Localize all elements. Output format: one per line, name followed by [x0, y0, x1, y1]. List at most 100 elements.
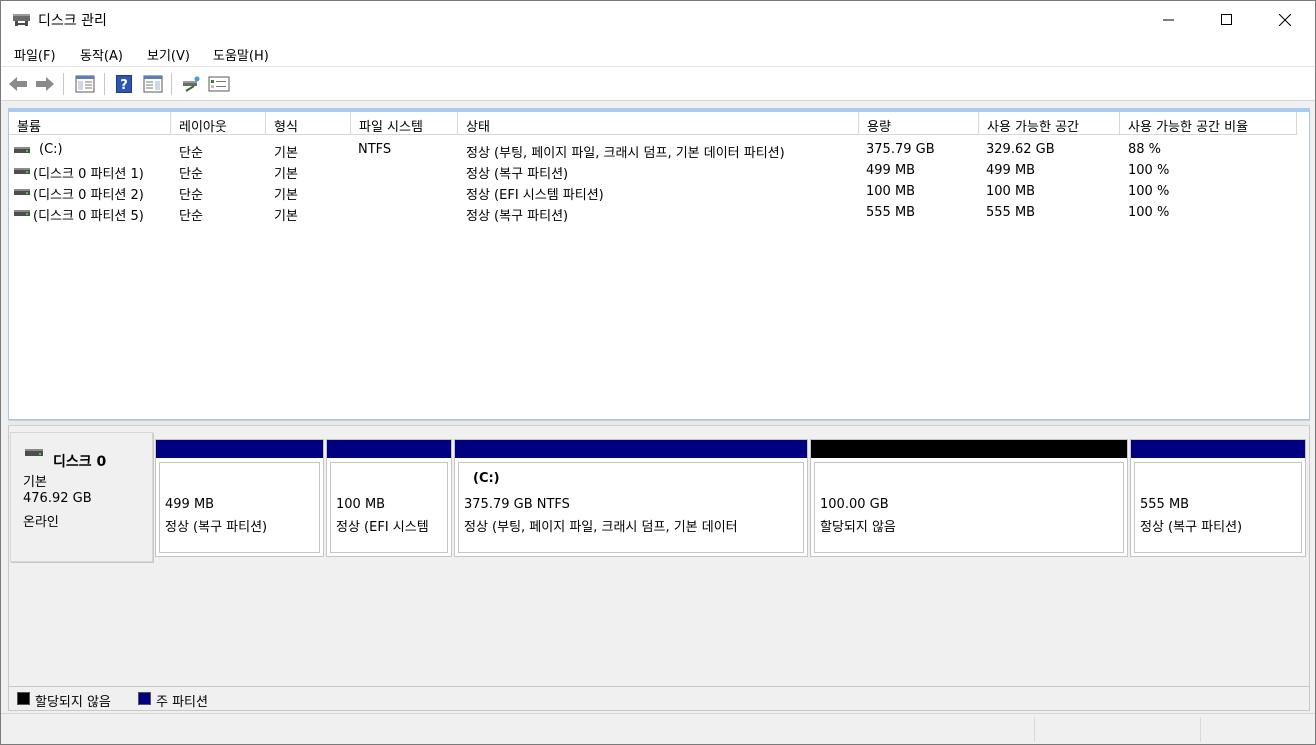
partition-size: 100.00 GB	[820, 497, 889, 512]
help-icon: ?	[116, 75, 132, 93]
toolbar: ?	[1, 67, 1315, 101]
window-title: 디스크 관리	[38, 13, 107, 29]
column-header-free-space[interactable]: 사용 가능한 공간	[979, 112, 1120, 135]
volume-capacity: 499 MB	[866, 163, 916, 178]
volume-name: (디스크 0 파티션 1)	[33, 167, 144, 182]
partition-recovery-5[interactable]: 555 MB 정상 (복구 파티션)	[1130, 439, 1306, 557]
console-tree-button[interactable]	[74, 73, 96, 95]
volume-status: 정상 (부팅, 페이지 파일, 크래시 덤프, 기본 데이터 파티션)	[466, 146, 785, 161]
forward-button[interactable]	[34, 73, 56, 95]
status-bar	[1, 713, 1315, 744]
partition-c[interactable]: (C:) 375.79 GB NTFS 정상 (부팅, 페이지 파일, 크래시 …	[454, 439, 808, 557]
column-header-filesystem[interactable]: 파일 시스템	[351, 112, 458, 135]
volume-layout: 단순	[179, 167, 203, 182]
partition-size: 555 MB	[1140, 497, 1190, 512]
volume-free-space: 100 MB	[986, 184, 1036, 199]
primary-partition-bar	[1131, 440, 1305, 458]
volume-type: 기본	[274, 146, 298, 161]
primary-partition-bar	[455, 440, 807, 458]
menu-view[interactable]: 보기(V)	[147, 45, 190, 64]
partition-name: (C:)	[473, 471, 500, 486]
column-header-status[interactable]: 상태	[458, 112, 859, 135]
help-button[interactable]: ?	[113, 73, 135, 95]
close-icon	[1279, 14, 1291, 26]
column-header-layout[interactable]: 레이아웃	[171, 112, 266, 135]
disk-icon	[25, 449, 43, 456]
volume-name: (디스크 0 파티션 2)	[33, 188, 144, 203]
back-button[interactable]	[7, 73, 29, 95]
properties-button[interactable]	[208, 73, 230, 95]
volume-free-space: 499 MB	[986, 163, 1036, 178]
status-separator	[1034, 717, 1035, 742]
volume-free-percent: 100 %	[1128, 163, 1170, 178]
status-separator	[1200, 717, 1201, 742]
partition-efi[interactable]: 100 MB 정상 (EFI 시스템	[326, 439, 452, 557]
volume-status: 정상 (복구 파티션)	[466, 167, 569, 182]
disk-0-label[interactable]: 디스크 0 기본 476.92 GB 온라인	[10, 432, 153, 562]
volume-type: 기본	[274, 167, 298, 182]
volume-icon	[14, 168, 30, 174]
volume-row-partition-5[interactable]: (디스크 0 파티션 5) 단순 기본 정상 (복구 파티션) 555 MB 5…	[9, 203, 1309, 224]
action-pane-button[interactable]	[142, 73, 164, 95]
volume-free-percent: 100 %	[1128, 184, 1170, 199]
primary-partition-bar	[156, 440, 323, 458]
close-button[interactable]	[1256, 1, 1314, 39]
column-header-capacity[interactable]: 용량	[859, 112, 979, 135]
menu-action[interactable]: 동작(A)	[80, 45, 123, 64]
primary-partition-bar	[327, 440, 451, 458]
disk-status: 온라인	[23, 515, 59, 530]
volume-list: 볼륨 레이아웃 형식 파일 시스템 상태 용량 사용 가능한 공간 사용 가능한…	[8, 108, 1310, 420]
volume-row-partition-2[interactable]: (디스크 0 파티션 2) 단순 기본 정상 (EFI 시스템 파티션) 100…	[9, 182, 1309, 203]
menu-file[interactable]: 파일(F)	[14, 45, 56, 64]
volume-layout: 단순	[179, 146, 203, 161]
volume-status: 정상 (복구 파티션)	[466, 209, 569, 224]
volume-row-partition-1[interactable]: (디스크 0 파티션 1) 단순 기본 정상 (복구 파티션) 499 MB 4…	[9, 161, 1309, 182]
volume-icon	[14, 210, 30, 216]
volume-type: 기본	[274, 188, 298, 203]
volume-status: 정상 (EFI 시스템 파티션)	[466, 188, 604, 203]
title-bar: 디스크 관리	[1, 1, 1315, 39]
menu-bar: 파일(F) 동작(A) 보기(V) 도움말(H)	[1, 39, 1315, 67]
minimize-button[interactable]	[1140, 1, 1198, 39]
volume-free-space: 329.62 GB	[986, 142, 1055, 157]
svg-text:?: ?	[120, 78, 128, 93]
menu-help[interactable]: 도움말(H)	[213, 45, 269, 64]
volume-free-percent: 100 %	[1128, 205, 1170, 220]
disk-management-window: 디스크 관리 파일(F) 동작(A) 보기(V) 도움말(H) ? 볼륨 레이아…	[0, 0, 1316, 745]
disk-name: 디스크 0	[53, 454, 107, 470]
partition-status: 정상 (부팅, 페이지 파일, 크래시 덤프, 기본 데이터	[464, 520, 738, 535]
legend-label-primary: 주 파티션	[156, 695, 208, 710]
volume-capacity: 375.79 GB	[866, 142, 935, 157]
legend: 할당되지 않음 주 파티션	[8, 686, 1310, 711]
column-header-volume[interactable]: 볼륨	[9, 112, 171, 135]
disk-size: 476.92 GB	[23, 491, 92, 506]
connect-disk-icon	[183, 76, 200, 92]
back-arrow-icon	[9, 77, 27, 91]
partition-size: 499 MB	[165, 497, 215, 512]
volume-icon	[14, 147, 30, 153]
partition-body: 100 MB 정상 (EFI 시스템	[330, 462, 448, 553]
legend-swatch-primary	[138, 692, 151, 705]
connect-disk-button[interactable]	[180, 73, 202, 95]
partition-recovery-1[interactable]: 499 MB 정상 (복구 파티션)	[155, 439, 324, 557]
partition-status: 정상 (EFI 시스템	[336, 520, 429, 535]
partition-size: 375.79 GB NTFS	[464, 497, 570, 512]
toolbar-separator	[171, 73, 172, 95]
toolbar-separator	[63, 73, 64, 95]
volume-layout: 단순	[179, 209, 203, 224]
partition-body: (C:) 375.79 GB NTFS 정상 (부팅, 페이지 파일, 크래시 …	[458, 462, 804, 553]
minimize-icon	[1163, 19, 1174, 21]
volume-row-c[interactable]: (C:) 단순 기본 NTFS 정상 (부팅, 페이지 파일, 크래시 덤프, …	[9, 140, 1309, 161]
toolbar-separator	[104, 73, 105, 95]
column-header-type[interactable]: 형식	[266, 112, 351, 135]
partition-body: 499 MB 정상 (복구 파티션)	[159, 462, 320, 553]
properties-icon	[208, 76, 230, 92]
unallocated-space[interactable]: 100.00 GB 할당되지 않음	[810, 439, 1128, 557]
partition-size: 100 MB	[336, 497, 386, 512]
volume-icon	[14, 189, 30, 195]
volume-capacity: 555 MB	[866, 205, 916, 220]
show-hide-console-tree-icon	[75, 75, 95, 93]
maximize-button[interactable]	[1198, 1, 1256, 39]
legend-swatch-unallocated	[17, 692, 30, 705]
column-header-free-percent[interactable]: 사용 가능한 공간 비율	[1120, 112, 1297, 135]
